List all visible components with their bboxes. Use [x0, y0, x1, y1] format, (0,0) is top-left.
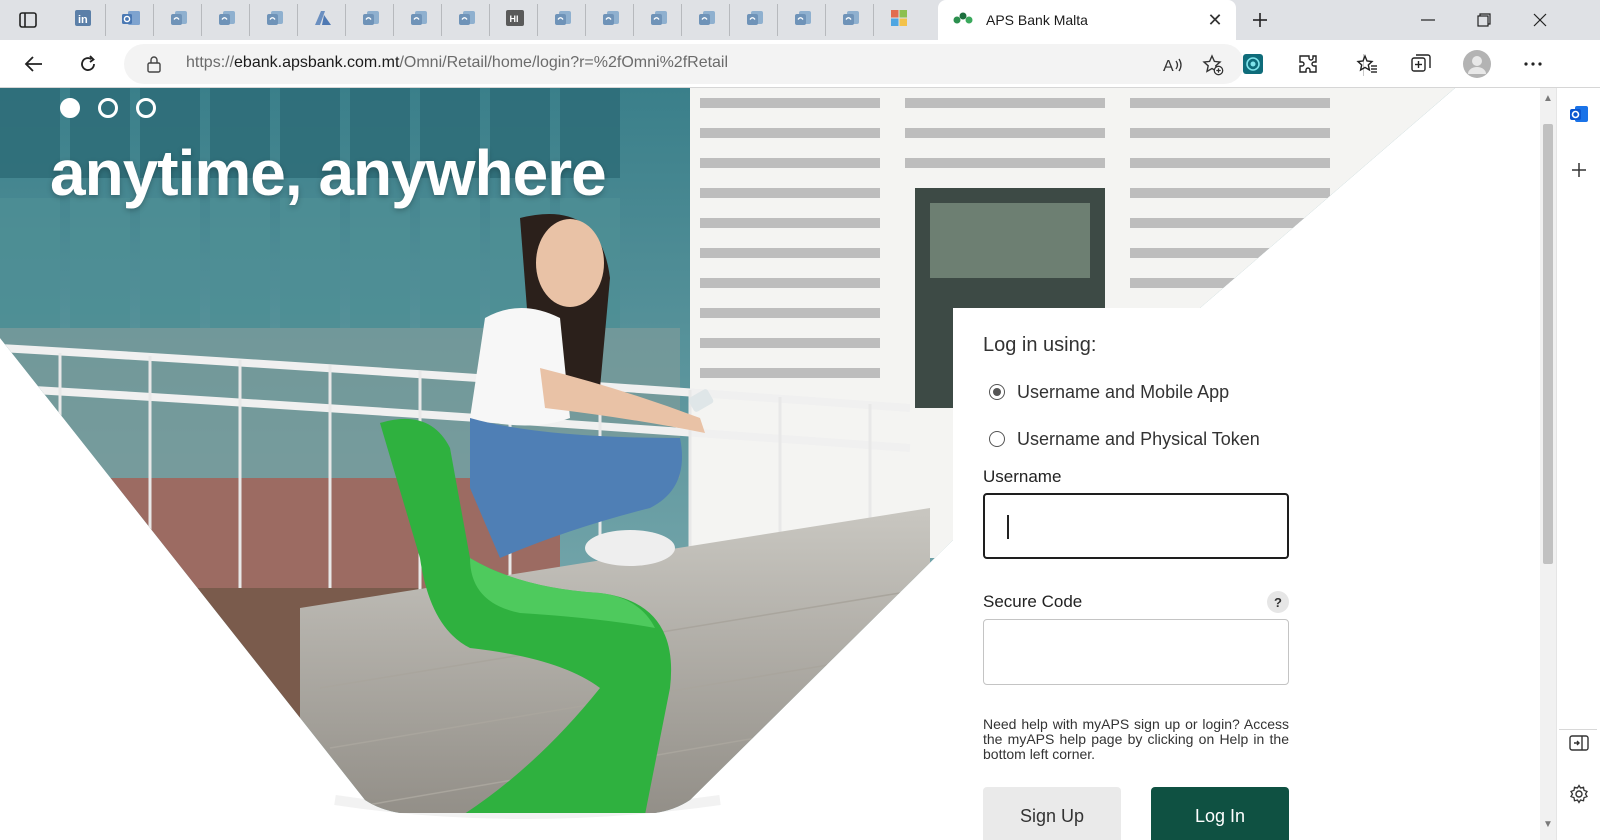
new-tab-button[interactable]	[1246, 6, 1274, 34]
browser-toolbar: https://ebank.apsbank.com.mt/Omni/Retail…	[0, 40, 1600, 88]
pinned-tab[interactable]	[300, 4, 346, 36]
restore-button[interactable]	[1456, 0, 1512, 40]
hero-banner: anytime, anywhere	[0, 88, 1540, 840]
secure-code-help-icon[interactable]: ?	[1267, 591, 1289, 613]
more-options-icon[interactable]	[1517, 48, 1549, 80]
add-favorite-icon[interactable]	[1200, 52, 1226, 78]
login-actions: Sign Up Log In	[983, 787, 1289, 840]
sidebar-settings-gear-icon[interactable]	[1563, 778, 1595, 810]
edge-collections-icon	[409, 9, 429, 32]
pinned-tab[interactable]	[876, 4, 922, 36]
edge-collections-icon	[265, 9, 285, 32]
pinned-tab[interactable]	[396, 4, 442, 36]
extensions-icon[interactable]	[1292, 48, 1324, 80]
radio-label-physical-token: Username and Physical Token	[1017, 428, 1260, 449]
carousel-dot-1[interactable]	[60, 98, 80, 118]
outlook-sidebar-icon[interactable]	[1563, 98, 1595, 130]
refresh-button[interactable]	[72, 48, 104, 80]
url-text: https://ebank.apsbank.com.mt/Omni/Retail…	[186, 54, 729, 71]
edge-collections-icon	[697, 9, 717, 32]
edge-collections-icon	[457, 9, 477, 32]
edge-collections-icon	[169, 9, 189, 32]
pinned-tab[interactable]	[636, 4, 682, 36]
back-button[interactable]	[18, 48, 50, 80]
edge-collections-icon	[553, 9, 573, 32]
scroll-thumb[interactable]	[1543, 124, 1553, 564]
carousel-indicators	[60, 98, 156, 118]
svg-text:HI: HI	[509, 14, 518, 24]
scroll-down-arrow[interactable]: ▼	[1543, 820, 1553, 830]
page-scrollbar[interactable]: ▲ ▼	[1540, 88, 1556, 840]
add-sidebar-app-icon[interactable]	[1563, 154, 1595, 186]
carousel-dot-3[interactable]	[136, 98, 156, 118]
sign-up-button[interactable]: Sign Up	[983, 787, 1121, 840]
azure-icon	[314, 9, 332, 32]
svg-text:A: A	[1163, 58, 1174, 74]
radio-physical-token[interactable]	[989, 431, 1005, 447]
edge-sidebar	[1556, 88, 1600, 840]
edge-collections-icon	[649, 9, 669, 32]
close-tab-icon[interactable]: ✕	[1204, 9, 1226, 31]
text-caret	[1007, 515, 1009, 539]
hp-app-icon: HI	[505, 9, 525, 32]
read-aloud-icon[interactable]: A	[1160, 52, 1186, 78]
pinned-tab[interactable]	[252, 4, 298, 36]
pinned-tab[interactable]	[684, 4, 730, 36]
option-mobile-app[interactable]: Username and Mobile App	[983, 379, 1263, 405]
minimize-button[interactable]	[1400, 0, 1456, 40]
browser-essentials-icon[interactable]	[1237, 48, 1269, 80]
hide-sidebar-icon[interactable]	[1563, 727, 1595, 759]
radio-mobile-app[interactable]	[989, 384, 1005, 400]
outlook-icon	[121, 9, 141, 32]
option-physical-token[interactable]: Username and Physical Token	[983, 426, 1263, 452]
edge-collections-icon	[217, 9, 237, 32]
pinned-tab[interactable]	[348, 4, 394, 36]
microsoft-icon	[890, 9, 908, 32]
secure-code-field[interactable]	[983, 619, 1289, 685]
aps-bank-logo-icon	[952, 11, 974, 30]
hero-headline: anytime, anywhere	[50, 137, 607, 209]
address-bar[interactable]: https://ebank.apsbank.com.mt/Omni/Retail…	[124, 44, 1244, 84]
carousel-dot-2[interactable]	[98, 98, 118, 118]
pinned-tab[interactable]	[732, 4, 778, 36]
lock-icon[interactable]	[146, 55, 162, 78]
pinned-tab[interactable]: HI	[492, 4, 538, 36]
pinned-tab[interactable]: in	[60, 4, 106, 36]
scroll-up-arrow[interactable]: ▲	[1543, 94, 1553, 104]
collections-icon[interactable]	[1405, 48, 1437, 80]
profile-avatar[interactable]	[1461, 48, 1493, 80]
tab-title: APS Bank Malta	[986, 12, 1088, 28]
pinned-tab[interactable]	[540, 4, 586, 36]
log-in-button[interactable]: Log In	[1151, 787, 1289, 840]
edge-collections-icon	[601, 9, 621, 32]
edge-collections-icon	[793, 9, 813, 32]
pinned-tab[interactable]	[780, 4, 826, 36]
username-label: Username	[983, 467, 1062, 486]
pinned-tab[interactable]	[588, 4, 634, 36]
pinned-tab[interactable]	[444, 4, 490, 36]
secure-code-label: Secure Code ?	[983, 591, 1289, 613]
tab-aps-bank-malta[interactable]: APS Bank Malta ✕	[938, 0, 1236, 40]
pinned-tab[interactable]	[156, 4, 202, 36]
close-window-button[interactable]	[1512, 0, 1568, 40]
pinned-tab[interactable]	[204, 4, 250, 36]
browser-tab-strip: in HI APS Bank Malta ✕	[0, 0, 1600, 40]
edge-collections-icon	[841, 9, 861, 32]
edge-collections-icon	[361, 9, 381, 32]
web-page: anytime, anywhere Log in using: Username…	[0, 88, 1540, 840]
favorites-icon[interactable]	[1351, 48, 1383, 80]
login-help-text: Need help with myAPS sign up or login? A…	[983, 716, 1289, 762]
pinned-tab[interactable]	[108, 4, 154, 36]
login-heading: Log in using:	[983, 334, 1097, 356]
svg-text:in: in	[78, 14, 88, 26]
login-panel: Log in using: Username and Mobile App Us…	[953, 308, 1293, 840]
tab-actions-icon[interactable]	[14, 6, 42, 34]
username-field[interactable]	[983, 493, 1289, 559]
linkedin-icon: in	[74, 9, 92, 32]
pinned-tab[interactable]	[828, 4, 874, 36]
radio-label-mobile-app: Username and Mobile App	[1017, 381, 1230, 402]
edge-collections-icon	[745, 9, 765, 32]
